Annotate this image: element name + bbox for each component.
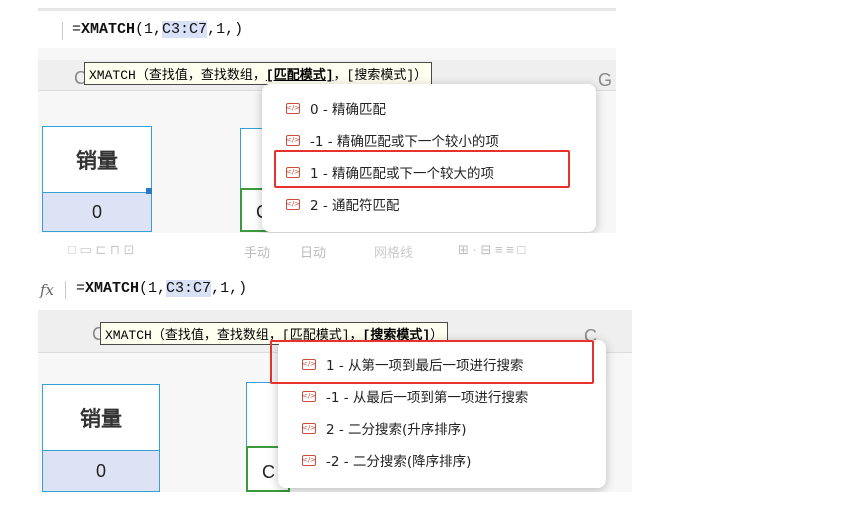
formula-bar-divider	[62, 22, 63, 40]
match-mode-dropdown[interactable]: </> 0 - 精确匹配 </> -1 - 精确匹配或下一个较小的项 </> 1 - …	[262, 84, 596, 232]
formula-equals: =	[72, 21, 82, 38]
fill-handle[interactable]	[146, 188, 152, 194]
dropdown-option-label: 0 - 精确匹配	[310, 102, 387, 118]
function-tag-icon: </>	[301, 454, 317, 466]
toolbar-text: 手动	[244, 245, 271, 260]
dropdown-option[interactable]: </> 2 - 二分搜索(升序排序)	[278, 412, 606, 444]
dropdown-option[interactable]: </> -2 - 二分搜索(降序排序)	[278, 444, 606, 476]
bottom-screenshot-panel: □ ▭ ⊏ ⊓ ⊡ 手动 日动 网格线 ⊞ · ⊟ ≡ ≡ □ fx =XMAT…	[38, 240, 632, 492]
formula-equals: =	[76, 280, 86, 297]
function-tag-icon: </>	[285, 134, 301, 146]
top-screenshot-panel: =XMATCH(1,C3:C7,1,) C G G 销量 0 C XMATCH（…	[38, 0, 616, 233]
formula-function-name: XMATCH	[81, 21, 136, 38]
cell-ref-text: C	[262, 462, 275, 482]
header-cell-label: 销量	[76, 148, 118, 173]
header-cell-sales[interactable]: 销量	[42, 384, 160, 452]
formula-args-open: (1,	[135, 21, 163, 38]
tooltip-func: XMATCH	[105, 328, 152, 343]
tooltip-sep: ，	[203, 328, 217, 343]
selected-value-cell[interactable]: 0	[42, 192, 152, 232]
red-highlight-box	[270, 340, 594, 384]
dropdown-option-label: -1 - 精确匹配或下一个较小的项	[310, 134, 499, 150]
formula-function-name: XMATCH	[85, 280, 140, 297]
formula-args-rest: ,1,)	[207, 21, 244, 38]
tooltip-func: XMATCH	[89, 68, 136, 83]
toolbar-text: 网格线	[374, 245, 414, 260]
function-signature-tooltip: XMATCH（查找值，查找数组，[匹配模式]，[搜索模式]）	[84, 62, 433, 85]
function-tag-icon: </>	[285, 102, 301, 114]
red-highlight-box	[274, 150, 570, 188]
formula-bar[interactable]: fx =XMATCH(1,C3:C7,1,)	[38, 270, 632, 311]
dropdown-option[interactable]: </> 2 - 通配符匹配	[262, 188, 596, 220]
dropdown-option[interactable]: </> 0 - 精确匹配	[262, 92, 596, 124]
toolbar-icon: ⊞ · ⊟ ≡ ≡ □	[458, 242, 526, 257]
formula-args-rest: ,1,)	[211, 280, 248, 297]
toolbar-strip: □ ▭ ⊏ ⊓ ⊡ 手动 日动 网格线 ⊞ · ⊟ ≡ ≡ □	[38, 240, 632, 262]
cell-value-text: 0	[95, 460, 106, 481]
function-tag-icon: </>	[285, 198, 301, 210]
fx-icon[interactable]: fx	[40, 281, 54, 299]
toolbar-icon: □ ▭ ⊏ ⊓ ⊡	[68, 242, 135, 257]
tooltip-arg-lookup-array: 查找数组	[216, 328, 269, 343]
formula-range-reference: C3:C7	[166, 280, 212, 297]
formula-bar-divider	[65, 281, 66, 299]
function-tag-icon: </>	[301, 390, 317, 402]
tooltip-sep: ，	[252, 68, 266, 83]
column-letter: G	[598, 70, 613, 90]
tooltip-arg-search-mode: [搜索模式]	[346, 68, 415, 83]
tooltip-paren: ）	[414, 68, 428, 83]
tooltip-paren: （	[135, 68, 149, 83]
tooltip-arg-lookup-value: 查找值	[164, 328, 204, 343]
dropdown-option-label: -2 - 二分搜索(降序排序)	[326, 454, 472, 470]
selected-value-cell[interactable]: 0	[42, 450, 160, 492]
formula-text[interactable]: =XMATCH(1,C3:C7,1,)	[76, 280, 247, 297]
header-cell-sales[interactable]: 销量	[42, 126, 152, 194]
tooltip-arg-lookup-array: 查找数组	[200, 68, 253, 83]
tooltip-sep: ，	[187, 68, 201, 83]
formula-range-reference: C3:C7	[162, 21, 208, 38]
dropdown-option-label: 2 - 通配符匹配	[310, 198, 400, 214]
formula-text[interactable]: =XMATCH(1,C3:C7,1,)	[72, 21, 243, 38]
dropdown-option-label: 2 - 二分搜索(升序排序)	[326, 422, 467, 438]
header-cell-label: 销量	[80, 406, 122, 431]
tooltip-arg-lookup-value: 查找值	[148, 68, 188, 83]
function-tag-icon: </>	[301, 422, 317, 434]
tooltip-paren: （	[151, 328, 165, 343]
formula-args-open: (1,	[139, 280, 167, 297]
dropdown-option-label: -1 - 从最后一项到第一项进行搜索	[326, 390, 529, 406]
toolbar-text: 日动	[300, 245, 327, 260]
tooltip-arg-match-mode-active: [匹配模式]	[265, 68, 334, 83]
tooltip-sep: ，	[333, 68, 347, 83]
search-mode-dropdown[interactable]: </> 1 - 从第一项到最后一项进行搜索 </> -1 - 从最后一项到第一项进行…	[270, 340, 606, 488]
dropdown-option[interactable]: </> -1 - 从最后一项到第一项进行搜索	[278, 380, 606, 412]
cell-value-text: 0	[91, 201, 102, 222]
formula-bar[interactable]: =XMATCH(1,C3:C7,1,)	[38, 8, 616, 52]
